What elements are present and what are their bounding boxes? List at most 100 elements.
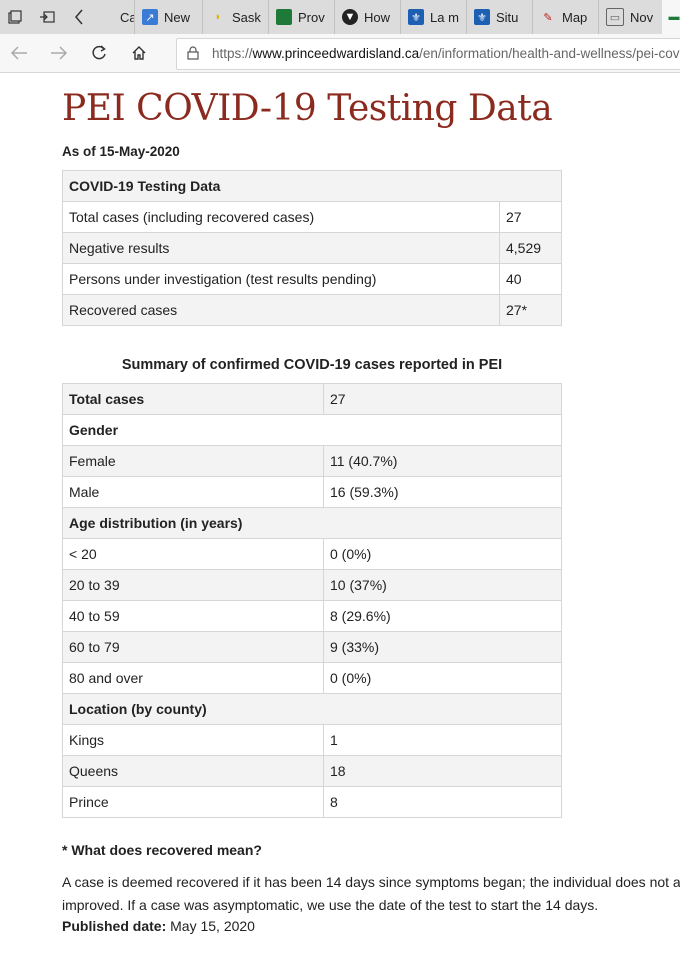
row-value: 1 <box>323 724 562 756</box>
table-row: Kings 1 <box>62 724 562 756</box>
table-row: Total cases 27 <box>62 383 562 415</box>
tab-new[interactable]: ↗ New <box>134 0 203 34</box>
shield-icon: ▼ <box>342 9 358 25</box>
tab-map[interactable]: ✎ Map <box>532 0 599 34</box>
tab-actions-icon[interactable] <box>0 0 30 34</box>
recovered-line-1: A case is deemed recovered if it has bee… <box>62 874 680 890</box>
tab-strip: Case ↗ New ◗ Sask Prov ▼ How ⚜ La m ⚜ Si… <box>0 0 680 34</box>
tab-label: Prov <box>298 9 325 25</box>
row-label: 80 and over <box>62 662 324 694</box>
fleur-de-lis-icon: ⚜ <box>474 9 490 25</box>
row-label: Recovered cases <box>62 294 500 326</box>
summary-caption: Summary of confirmed COVID-19 cases repo… <box>121 357 503 373</box>
address-bar[interactable]: https://www.princeedwardisland.ca/en/inf… <box>176 38 680 70</box>
tab-label: Sask <box>232 9 261 25</box>
row-value: 0 (0%) <box>323 662 562 694</box>
table-row: < 20 0 (0%) <box>62 538 562 570</box>
section-header-row: Gender <box>62 414 562 446</box>
recovered-note-heading: * What does recovered mean? <box>62 842 262 858</box>
table-row: 20 to 39 10 (37%) <box>62 569 562 601</box>
tab-label: Nov <box>630 9 654 25</box>
url-path: /en/information/health-and-wellness/pei-… <box>419 46 680 61</box>
url-prefix: https:// <box>212 46 253 61</box>
row-value: 0 (0%) <box>323 538 562 570</box>
row-value: 16 (59.3%) <box>323 476 562 508</box>
published-label: Published date: <box>62 918 167 934</box>
row-value: 9 (33%) <box>323 631 562 663</box>
row-label: Male <box>62 476 324 508</box>
url-text: https://www.princeedwardisland.ca/en/inf… <box>212 46 680 61</box>
forward-arrow-icon[interactable] <box>44 38 74 68</box>
table-row: Persons under investigation (test result… <box>62 263 562 295</box>
back-arrow-icon[interactable] <box>4 38 34 68</box>
total-cases-value: 27 <box>323 383 562 415</box>
tab-case[interactable]: Case <box>98 0 135 34</box>
tab-label: How <box>364 9 391 25</box>
refresh-icon[interactable] <box>84 38 114 68</box>
scroll-tabs-left-icon[interactable] <box>64 0 94 34</box>
tab-label: Case <box>120 9 134 25</box>
published-date: Published date: May 15, 2020 <box>62 918 680 934</box>
recovered-explanation: A case is deemed recovered if it has bee… <box>62 871 680 917</box>
age-header: Age distribution (in years) <box>62 507 562 539</box>
as-of-date: As of 15-May-2020 <box>62 144 180 159</box>
row-label: 20 to 39 <box>62 569 324 601</box>
chart-icon: ↗ <box>142 9 158 25</box>
page-title: PEI COVID-19 Testing Data <box>62 88 553 129</box>
row-label: 40 to 59 <box>62 600 324 632</box>
tab-current[interactable]: ▬ <box>662 0 680 34</box>
tab-la-m[interactable]: ⚜ La m <box>400 0 467 34</box>
flag-icon <box>276 9 292 25</box>
row-value: 4,529 <box>499 232 562 264</box>
lock-icon <box>187 46 199 60</box>
tab-sask[interactable]: ◗ Sask <box>202 0 269 34</box>
tab-label: Map <box>562 9 588 25</box>
table-row: Female 11 (40.7%) <box>62 445 562 477</box>
row-label: Kings <box>62 724 324 756</box>
row-value: 10 (37%) <box>323 569 562 601</box>
location-header: Location (by county) <box>62 693 562 725</box>
tab-label: New <box>164 9 191 25</box>
table-row: Male 16 (59.3%) <box>62 476 562 508</box>
testing-data-table: COVID-19 Testing Data Total cases (inclu… <box>62 170 562 326</box>
row-label: 60 to 79 <box>62 631 324 663</box>
table-row: 80 and over 0 (0%) <box>62 662 562 694</box>
section-header-row: Location (by county) <box>62 693 562 725</box>
table-header: COVID-19 Testing Data <box>62 170 562 202</box>
row-label: Persons under investigation (test result… <box>62 263 500 295</box>
row-label: Negative results <box>62 232 500 264</box>
row-label: < 20 <box>62 538 324 570</box>
gender-header: Gender <box>62 414 562 446</box>
image-icon: ▭ <box>606 8 624 26</box>
set-tabs-aside-icon[interactable] <box>32 0 62 34</box>
url-domain: www.princeedwardisland.ca <box>252 46 420 61</box>
page-content: PEI COVID-19 Testing Data As of 15-May-2… <box>62 72 680 934</box>
table-header-row: COVID-19 Testing Data <box>62 170 562 202</box>
tab-situ[interactable]: ⚜ Situ <box>466 0 533 34</box>
row-label: Total cases (including recovered cases) <box>62 201 500 233</box>
home-icon[interactable] <box>124 38 154 68</box>
row-value: 18 <box>323 755 562 787</box>
row-value: 27 <box>499 201 562 233</box>
summary-table: Total cases 27 Gender Female 11 (40.7%) … <box>62 383 562 818</box>
tab-label: La m <box>430 9 459 25</box>
total-cases-label: Total cases <box>62 383 324 415</box>
published-value: May 15, 2020 <box>170 918 255 934</box>
row-value: 8 <box>323 786 562 818</box>
tab-how[interactable]: ▼ How <box>334 0 401 34</box>
tab-prov[interactable]: Prov <box>268 0 335 34</box>
row-label: Queens <box>62 755 324 787</box>
table-row: Queens 18 <box>62 755 562 787</box>
row-label: Female <box>62 445 324 477</box>
section-header-row: Age distribution (in years) <box>62 507 562 539</box>
pen-icon: ✎ <box>543 11 553 24</box>
table-row: 40 to 59 8 (29.6%) <box>62 600 562 632</box>
banana-icon: ◗ <box>214 11 222 23</box>
tab-label: Situ <box>496 9 519 25</box>
row-value: 27* <box>499 294 562 326</box>
tab-nov[interactable]: ▭ Nov <box>598 0 663 34</box>
table-row: Recovered cases 27* <box>62 294 562 326</box>
table-row: Prince 8 <box>62 786 562 818</box>
table-row: Total cases (including recovered cases) … <box>62 201 562 233</box>
case-icon <box>102 9 118 25</box>
